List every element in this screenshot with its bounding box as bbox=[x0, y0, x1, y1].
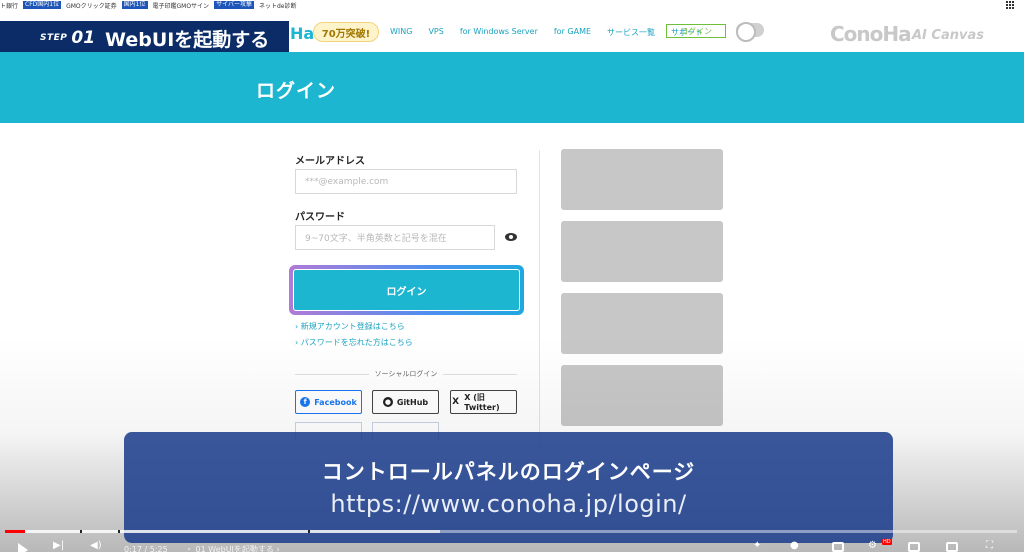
nav-menu: WING VPS for Windows Server for GAME サービ… bbox=[390, 27, 703, 38]
progress-bar[interactable] bbox=[5, 530, 1017, 533]
x-label: X (旧Twitter) bbox=[464, 393, 500, 412]
step-title: WebUIを起動する bbox=[105, 28, 270, 51]
autoplay-icon[interactable]: ✦ bbox=[753, 540, 761, 552]
progress-buffered bbox=[5, 530, 441, 533]
hd-badge: HD bbox=[882, 539, 892, 545]
next-icon[interactable]: ▶| bbox=[53, 540, 64, 552]
nav-link-game[interactable]: for GAME bbox=[554, 27, 591, 38]
login-highlight: ログイン bbox=[289, 265, 524, 315]
video-frame: ト銀行 CFD国内1位 GMOクリック証券 国内1位 電子印鑑GMOサイン サイ… bbox=[0, 0, 1024, 552]
register-link[interactable]: › 新規アカウント登録はこちら bbox=[295, 321, 405, 332]
email-field[interactable]: ***@example.com bbox=[295, 169, 517, 194]
chapter-marker bbox=[308, 530, 310, 533]
player-controls: ▶| ◀) 0:17 / 5:25 ・ 01 WebUIを起動する › ✦ ● … bbox=[0, 538, 1024, 552]
ticker-tag[interactable]: 国内1位 bbox=[121, 1, 148, 9]
x-login-button[interactable]: X X (旧Twitter) bbox=[450, 390, 517, 414]
promo-card-placeholder bbox=[561, 221, 723, 282]
facebook-label: Facebook bbox=[314, 397, 357, 407]
register-link-text: 新規アカウント登録はこちら bbox=[300, 322, 405, 331]
github-icon: ● bbox=[382, 397, 393, 407]
volume-icon[interactable]: ◀) bbox=[90, 540, 102, 552]
show-password-icon[interactable] bbox=[505, 233, 517, 241]
password-label: パスワード bbox=[295, 212, 345, 223]
progress-played bbox=[5, 530, 26, 533]
miniplayer-icon[interactable] bbox=[908, 542, 920, 552]
ai-canvas-label: AI Canvas bbox=[912, 28, 984, 43]
header-login-button[interactable]: ログイン bbox=[666, 24, 726, 38]
github-login-button[interactable]: ● GitHub bbox=[372, 390, 439, 414]
theme-toggle[interactable] bbox=[736, 22, 764, 42]
news-ticker: ト銀行 CFD国内1位 GMOクリック証券 国内1位 電子印鑑GMOサイン サイ… bbox=[0, 0, 1024, 10]
forgot-password-link-text: パスワードを忘れた方はこちら bbox=[300, 338, 413, 347]
ticker-item[interactable]: 電子印鑑GMOサイン bbox=[153, 1, 210, 10]
email-label: メールアドレス bbox=[295, 156, 365, 167]
column-divider bbox=[539, 150, 540, 450]
brand-logo[interactable]: Ha bbox=[290, 24, 314, 43]
github-label: GitHub bbox=[396, 397, 429, 407]
page-banner: ログイン bbox=[0, 52, 1024, 123]
nav-link-windows-server[interactable]: for Windows Server bbox=[460, 27, 538, 38]
facebook-login-button[interactable]: f Facebook bbox=[295, 390, 362, 414]
page-title: ログイン bbox=[256, 80, 337, 102]
ticker-tag[interactable]: サイバー攻撃 bbox=[214, 1, 254, 9]
autoplay-toggle[interactable]: ● bbox=[790, 540, 799, 552]
subtitles-icon[interactable] bbox=[832, 542, 844, 552]
video-caption: コントロールパネルのログインページ https://www.conoha.jp/… bbox=[124, 432, 893, 543]
caption-url: https://www.conoha.jp/login/ bbox=[330, 490, 687, 518]
step-number: 01 bbox=[71, 28, 96, 48]
promo-card-placeholder bbox=[561, 293, 723, 354]
chapter-title[interactable]: ・ 01 WebUIを起動する › bbox=[185, 544, 280, 552]
chapter-marker bbox=[118, 530, 120, 533]
ticker-item[interactable]: ネットde診断 bbox=[259, 1, 297, 10]
caption-title: コントロールパネルのログインページ bbox=[321, 460, 696, 484]
nav-link-services[interactable]: サービス一覧 bbox=[607, 27, 655, 38]
apps-grid-icon[interactable] bbox=[1006, 1, 1016, 9]
password-field[interactable]: 9~70文字、半角英数と記号を混在 bbox=[295, 225, 495, 250]
conoha-logo: ConoHa bbox=[830, 22, 912, 46]
social-login-divider: ソーシャルログイン bbox=[295, 369, 517, 379]
forgot-password-link[interactable]: › パスワードを忘れた方はこちら bbox=[295, 337, 413, 348]
ticker-tag[interactable]: CFD国内1位 bbox=[23, 1, 62, 9]
login-button[interactable]: ログイン bbox=[293, 269, 520, 311]
fullscreen-icon[interactable]: ⛶ bbox=[986, 540, 993, 552]
promo-badge: 70万突破! bbox=[313, 22, 379, 42]
step-prefix: STEP bbox=[40, 33, 68, 43]
promo-card-placeholder bbox=[561, 365, 723, 426]
nav-link-wing[interactable]: WING bbox=[390, 27, 412, 38]
facebook-icon: f bbox=[300, 397, 311, 407]
play-icon[interactable] bbox=[18, 543, 28, 552]
time-display: 0:17 / 5:25 bbox=[124, 545, 168, 552]
promo-card-placeholder bbox=[561, 149, 723, 210]
ticker-item[interactable]: ト銀行 bbox=[0, 1, 18, 10]
theater-mode-icon[interactable] bbox=[946, 542, 958, 552]
ticker-item[interactable]: GMOクリック証券 bbox=[66, 1, 117, 10]
social-login-label: ソーシャルログイン bbox=[374, 370, 438, 378]
settings-icon[interactable]: ⚙ bbox=[868, 540, 877, 552]
chapter-marker bbox=[80, 530, 82, 533]
nav-link-vps[interactable]: VPS bbox=[428, 27, 443, 38]
x-icon: X bbox=[452, 397, 460, 407]
